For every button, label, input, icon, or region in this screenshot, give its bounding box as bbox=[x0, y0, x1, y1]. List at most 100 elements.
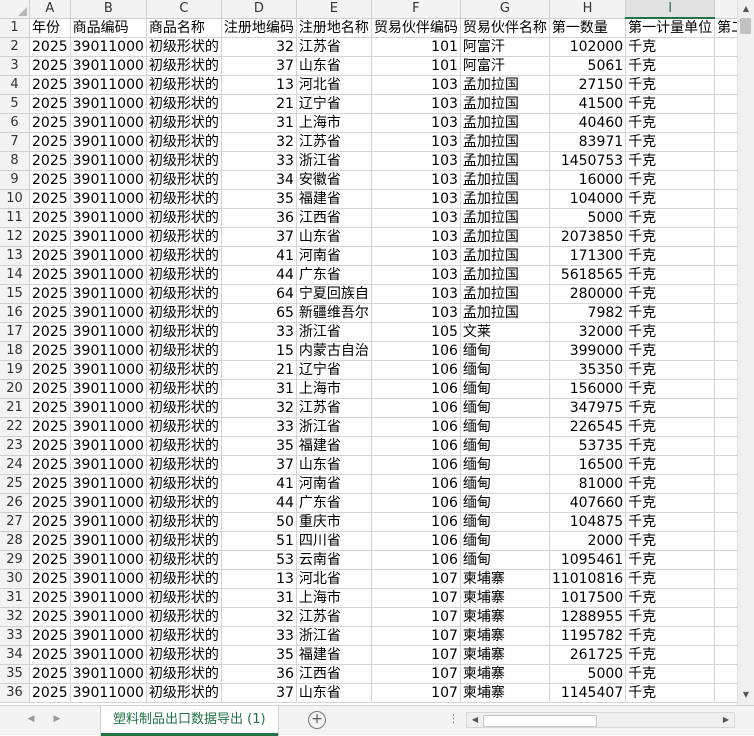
cell-h[interactable]: 7982 bbox=[549, 303, 627, 323]
cell-c[interactable]: 初级形状的 bbox=[146, 360, 222, 380]
cell-g[interactable]: 缅甸 bbox=[460, 341, 550, 361]
cell-i[interactable]: 千克 bbox=[625, 75, 716, 95]
cell-j[interactable] bbox=[714, 474, 737, 494]
cell-a[interactable]: 2025 bbox=[29, 455, 71, 475]
cell-c[interactable]: 初级形状的 bbox=[146, 664, 222, 684]
cell-h[interactable]: 40460 bbox=[549, 113, 627, 133]
cell-j[interactable] bbox=[714, 132, 737, 152]
cell-g[interactable]: 缅甸 bbox=[460, 436, 550, 456]
cell-e[interactable]: 上海市 bbox=[296, 379, 372, 399]
cell-b[interactable]: 39011000 bbox=[70, 436, 147, 456]
cell-e[interactable]: 山东省 bbox=[296, 455, 372, 475]
cell-f[interactable]: 103 bbox=[371, 208, 461, 228]
column-header-b[interactable]: B bbox=[70, 0, 147, 19]
cell-a[interactable]: 2025 bbox=[29, 227, 71, 247]
cell-g[interactable]: 缅甸 bbox=[460, 531, 550, 551]
cell-e[interactable]: 广东省 bbox=[296, 265, 372, 285]
cell-h[interactable]: 5000 bbox=[549, 664, 627, 684]
cell-f[interactable]: 106 bbox=[371, 512, 461, 532]
cell-f[interactable]: 107 bbox=[371, 607, 461, 627]
cell-e[interactable]: 注册地名称 bbox=[296, 18, 372, 38]
row-header[interactable]: 9 bbox=[0, 170, 30, 190]
row-header[interactable]: 31 bbox=[0, 588, 30, 608]
cell-j[interactable] bbox=[714, 208, 737, 228]
cell-g[interactable]: 缅甸 bbox=[460, 455, 550, 475]
cell-f[interactable]: 106 bbox=[371, 531, 461, 551]
cell-i[interactable]: 千克 bbox=[625, 512, 716, 532]
cell-b[interactable]: 39011000 bbox=[70, 151, 147, 171]
cell-d[interactable]: 44 bbox=[221, 493, 297, 513]
cell-d[interactable]: 36 bbox=[221, 664, 297, 684]
cell-j[interactable] bbox=[714, 664, 737, 684]
cell-c[interactable]: 初级形状的 bbox=[146, 284, 222, 304]
cell-e[interactable]: 河北省 bbox=[296, 75, 372, 95]
cell-h[interactable]: 5618565 bbox=[549, 265, 627, 285]
cell-d[interactable]: 31 bbox=[221, 379, 297, 399]
column-header-g[interactable]: G bbox=[460, 0, 550, 19]
cell-c[interactable]: 初级形状的 bbox=[146, 569, 222, 589]
cell-i[interactable]: 千克 bbox=[625, 284, 716, 304]
cell-h[interactable]: 1095461 bbox=[549, 550, 627, 570]
cell-i[interactable]: 千克 bbox=[625, 113, 716, 133]
cell-g[interactable]: 缅甸 bbox=[460, 379, 550, 399]
cell-a[interactable]: 2025 bbox=[29, 664, 71, 684]
cell-c[interactable]: 初级形状的 bbox=[146, 208, 222, 228]
row-header[interactable]: 30 bbox=[0, 569, 30, 589]
cell-e[interactable]: 福建省 bbox=[296, 436, 372, 456]
cell-c[interactable]: 初级形状的 bbox=[146, 94, 222, 114]
cell-c[interactable]: 初级形状的 bbox=[146, 550, 222, 570]
cell-h[interactable]: 1288955 bbox=[549, 607, 627, 627]
cell-a[interactable]: 2025 bbox=[29, 37, 71, 57]
cell-i[interactable]: 千克 bbox=[625, 683, 716, 703]
cell-b[interactable]: 39011000 bbox=[70, 56, 147, 76]
cell-a[interactable]: 2025 bbox=[29, 303, 71, 323]
cell-i[interactable]: 千克 bbox=[625, 341, 716, 361]
row-header[interactable]: 17 bbox=[0, 322, 30, 342]
cell-g[interactable]: 阿富汗 bbox=[460, 56, 550, 76]
cell-c[interactable]: 初级形状的 bbox=[146, 303, 222, 323]
cell-h[interactable]: 32000 bbox=[549, 322, 627, 342]
cell-d[interactable]: 33 bbox=[221, 626, 297, 646]
cell-e[interactable]: 浙江省 bbox=[296, 151, 372, 171]
cell-f[interactable]: 106 bbox=[371, 379, 461, 399]
cell-j[interactable] bbox=[714, 360, 737, 380]
cell-i[interactable]: 千克 bbox=[625, 455, 716, 475]
cell-f[interactable]: 103 bbox=[371, 94, 461, 114]
cell-e[interactable]: 浙江省 bbox=[296, 626, 372, 646]
cell-b[interactable]: 39011000 bbox=[70, 170, 147, 190]
cell-g[interactable]: 孟加拉国 bbox=[460, 94, 550, 114]
cell-f[interactable]: 贸易伙伴编码 bbox=[371, 18, 461, 38]
cell-i[interactable]: 第一计量单位 bbox=[625, 18, 716, 38]
cell-f[interactable]: 106 bbox=[371, 493, 461, 513]
cell-g[interactable]: 孟加拉国 bbox=[460, 170, 550, 190]
cell-g[interactable]: 缅甸 bbox=[460, 512, 550, 532]
cell-e[interactable]: 福建省 bbox=[296, 189, 372, 209]
cell-h[interactable]: 104000 bbox=[549, 189, 627, 209]
cell-i[interactable]: 千克 bbox=[625, 493, 716, 513]
cell-a[interactable]: 2025 bbox=[29, 607, 71, 627]
row-header[interactable]: 27 bbox=[0, 512, 30, 532]
cell-b[interactable]: 39011000 bbox=[70, 303, 147, 323]
cell-g[interactable]: 柬埔寨 bbox=[460, 683, 550, 703]
cell-i[interactable]: 千克 bbox=[625, 417, 716, 437]
cell-h[interactable]: 156000 bbox=[549, 379, 627, 399]
cell-c[interactable]: 初级形状的 bbox=[146, 322, 222, 342]
cell-d[interactable]: 65 bbox=[221, 303, 297, 323]
cell-d[interactable]: 32 bbox=[221, 37, 297, 57]
cell-f[interactable]: 107 bbox=[371, 588, 461, 608]
cell-g[interactable]: 缅甸 bbox=[460, 474, 550, 494]
cell-d[interactable]: 36 bbox=[221, 208, 297, 228]
scroll-down-arrow-icon[interactable]: ▼ bbox=[738, 687, 754, 703]
column-header-d[interactable]: D bbox=[221, 0, 297, 19]
row-header[interactable]: 29 bbox=[0, 550, 30, 570]
cell-e[interactable]: 新疆维吾尔 bbox=[296, 303, 372, 323]
cell-h[interactable]: 261725 bbox=[549, 645, 627, 665]
cell-a[interactable]: 2025 bbox=[29, 588, 71, 608]
cell-g[interactable]: 缅甸 bbox=[460, 398, 550, 418]
cell-i[interactable]: 千克 bbox=[625, 246, 716, 266]
cell-e[interactable]: 河南省 bbox=[296, 246, 372, 266]
cell-a[interactable]: 2025 bbox=[29, 170, 71, 190]
cell-j[interactable] bbox=[714, 417, 737, 437]
cell-h[interactable]: 2073850 bbox=[549, 227, 627, 247]
cell-d[interactable]: 33 bbox=[221, 151, 297, 171]
